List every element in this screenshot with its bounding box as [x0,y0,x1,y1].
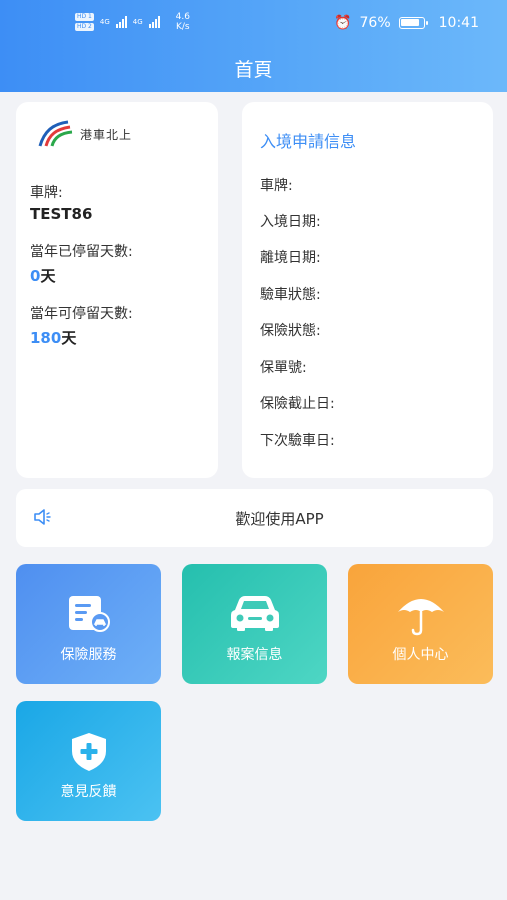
stayed-days-number: 0 [30,267,41,285]
insurance-doc-icon [68,596,110,632]
plate-label: 車牌: [30,185,63,201]
allowed-days-value: 180天 [30,327,76,348]
signal-icon [148,16,160,28]
vehicle-info-card: 港車北上 車牌: TEST86 當年已停留天數: 0天 當年可停留天數: 180… [16,102,218,478]
notice-text: 歡迎使用APP [235,510,324,528]
allowed-days-unit: 天 [61,329,77,347]
entry-info-card[interactable]: 入境申請信息 車牌: 入境日期: 離境日期: 驗車狀態: 保險狀態: 保單號: … [242,102,493,478]
entry-row-entry-date: 入境日期: [260,214,321,230]
stayed-days-label: 當年已停留天數: [30,244,133,260]
sim-indicators: HD 1 HD 2 [75,13,94,31]
entry-row-exit-date: 離境日期: [260,250,321,266]
logo-text: 港車北上 [80,127,133,142]
tile-insurance-label: 保險服務 [60,647,117,663]
alarm-icon: ⏰ [334,15,352,31]
notice-bar[interactable]: 歡迎使用APP [16,489,493,547]
plate-value: TEST86 [30,205,93,223]
entry-row-plate: 車牌: [260,178,293,194]
network-type-2: 4G [132,18,143,26]
umbrella-icon [397,599,444,636]
battery-percent: 76% [359,15,391,31]
entry-row-next-inspection: 下次驗車日: [260,433,335,449]
sim2-badge: HD 2 [75,23,94,31]
tile-case-label: 報案信息 [226,647,283,663]
tile-personal-center[interactable]: 個人中心 [348,564,493,684]
app-logo: 港車北上 [38,120,132,148]
network-speed: 4.6 K/s [175,12,190,32]
top-bar: HD 1 HD 2 4G 4G 4.6 K/s ⏰ 76% 10:41 首頁 [0,0,507,92]
logo-mark-icon [38,120,73,147]
tile-feedback[interactable]: 意見反饋 [16,701,161,821]
car-icon [230,596,279,631]
stayed-days-value: 0天 [30,265,55,286]
status-right: ⏰ 76% 10:41 [334,15,479,31]
entry-row-inspection-status: 驗車狀態: [260,287,321,303]
status-left: HD 1 HD 2 4G 4G 4.6 K/s [75,12,190,32]
tile-personal-label: 個人中心 [392,647,449,663]
network-type-1: 4G [99,18,110,26]
allowed-days-number: 180 [30,329,62,347]
sim1-badge: HD 1 [75,13,94,21]
page-title: 首頁 [234,59,273,81]
tile-feedback-label: 意見反饋 [60,784,117,800]
clock: 10:41 [438,15,479,31]
entry-row-insurance-status: 保險狀態: [260,323,321,339]
signal-icon [115,16,127,28]
tile-case-report[interactable]: 報案信息 [182,564,327,684]
allowed-days-label: 當年可停留天數: [30,306,133,322]
entry-row-insurance-expiry: 保險截止日: [260,396,335,412]
battery-icon [398,17,428,29]
entry-row-policy-number: 保單號: [260,360,307,376]
shield-plus-icon [71,733,106,771]
entry-info-title: 入境申請信息 [260,132,357,151]
tile-insurance-service[interactable]: 保險服務 [16,564,161,684]
stayed-days-unit: 天 [40,267,56,285]
